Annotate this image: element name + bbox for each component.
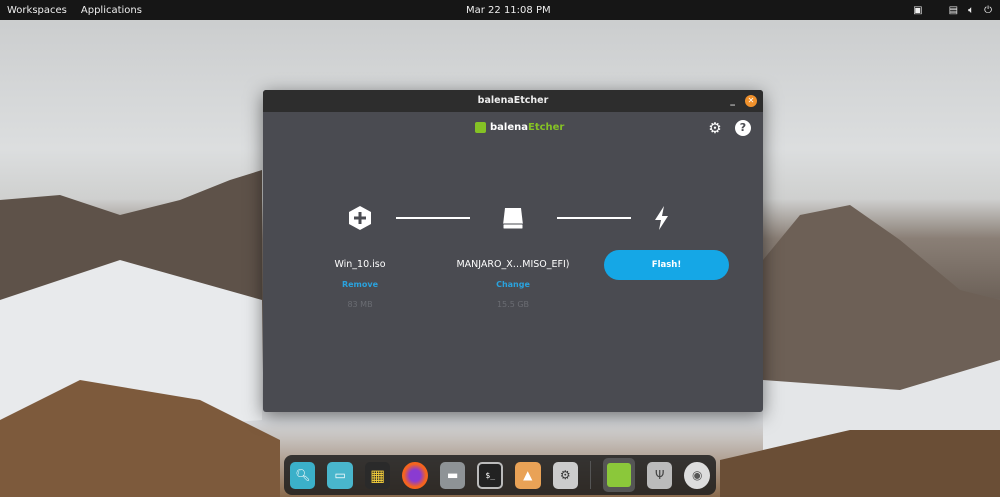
dock-separator: [589, 461, 591, 489]
disc-icon[interactable]: ◉: [684, 461, 710, 489]
etcher-icon[interactable]: [602, 458, 635, 492]
settings-gear-icon[interactable]: ⚙: [707, 120, 723, 136]
flash-button[interactable]: Flash!: [604, 250, 729, 280]
firefox-icon[interactable]: [402, 461, 428, 489]
files-icon[interactable]: ▬: [439, 461, 466, 489]
etcher-cube-icon: [475, 122, 486, 133]
search-icon[interactable]: 🔍︎: [290, 461, 316, 489]
dock: 🔍︎ ▭ ▦ ▬ $_ ▲ ⚙ Ψ ◉: [284, 455, 716, 495]
terminal-icon[interactable]: $_: [477, 461, 504, 489]
help-icon[interactable]: ?: [735, 120, 751, 136]
drive-icon[interactable]: [500, 205, 526, 231]
multitasking-icon[interactable]: ▣: [913, 5, 922, 16]
logo-suffix: Etcher: [527, 122, 565, 133]
image-size: 83 MB: [347, 300, 373, 309]
etcher-window: balenaEtcher _ ✕ balena Etcher ⚙ ? Win_10…: [263, 90, 763, 412]
target-name: MANJARO_X…MISO_EFI): [456, 259, 570, 270]
app-grid-icon[interactable]: ▦: [364, 461, 391, 489]
connector-line: [396, 217, 470, 219]
volume-icon[interactable]: 🔈︎: [968, 5, 974, 16]
flash-bolt-icon: [655, 206, 668, 230]
network-icon[interactable]: ▤: [949, 5, 958, 16]
connector-line: [557, 217, 631, 219]
minimize-button[interactable]: _: [730, 90, 735, 112]
power-icon[interactable]: ⏻: [984, 5, 992, 16]
workspaces-icon[interactable]: ▭: [327, 461, 353, 489]
applications-menu[interactable]: Applications: [81, 5, 142, 16]
top-panel: Workspaces Applications Mar 22 11:08 PM …: [0, 0, 1000, 20]
usb-icon[interactable]: Ψ: [647, 461, 673, 489]
settings-icon[interactable]: ⚙: [552, 461, 578, 489]
add-image-hexagon-icon[interactable]: [347, 205, 373, 231]
window-title: balenaEtcher: [477, 95, 549, 106]
change-link[interactable]: Change: [433, 280, 593, 289]
close-button[interactable]: ✕: [745, 95, 757, 107]
workspaces-button[interactable]: Workspaces: [7, 5, 67, 16]
remove-link[interactable]: Remove: [280, 280, 440, 289]
image-name: Win_10.iso: [334, 259, 386, 270]
target-size: 15.5 GB: [496, 300, 530, 309]
app-logo: balena Etcher: [475, 122, 564, 133]
logo-prefix: balena: [490, 122, 528, 133]
title-bar: balenaEtcher _ ✕: [263, 90, 763, 112]
clock[interactable]: Mar 22 11:08 PM: [466, 5, 551, 16]
installer-icon[interactable]: ▲: [515, 461, 541, 489]
